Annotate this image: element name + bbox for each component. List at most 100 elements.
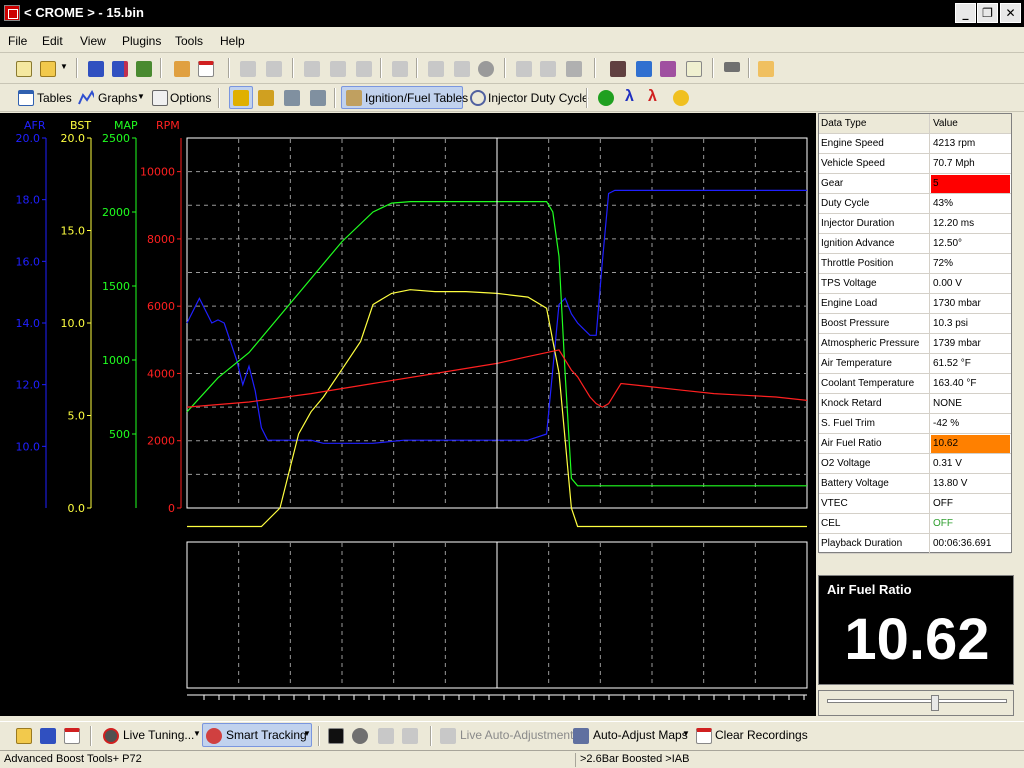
notes-icon[interactable]	[686, 61, 702, 77]
grid-row[interactable]: S. Fuel Trim -42 %	[819, 414, 1011, 434]
menu-plugins[interactable]: Plugins	[122, 34, 161, 48]
grid-row[interactable]: Ignition Advance 12.50°	[819, 234, 1011, 254]
options-icon	[152, 90, 168, 106]
datalog-icon[interactable]	[610, 61, 626, 77]
close-file-icon[interactable]	[198, 61, 214, 77]
menu-edit[interactable]: Edit	[42, 34, 63, 48]
new-icon[interactable]	[16, 61, 32, 77]
grid-row[interactable]: Air Temperature 61.52 °F	[819, 354, 1011, 374]
data-grid[interactable]: Data Type Value Engine Speed 4213 rpm Vehi…	[818, 113, 1012, 554]
status-bar: Advanced Boost Tools+ P72 >2.6Bar Booste…	[0, 750, 1024, 768]
grid-row[interactable]: Air Fuel Ratio 10.62	[819, 434, 1011, 454]
target-icon[interactable]	[478, 61, 494, 77]
grid-row[interactable]: Injector Duration 12.20 ms	[819, 214, 1011, 234]
menu-file[interactable]: File	[8, 34, 27, 48]
live-auto-adjustments-button: Live Auto-Adjustments	[460, 728, 580, 742]
app-icon[interactable]	[4, 5, 20, 21]
grid-row[interactable]: Battery Voltage 13.80 V	[819, 474, 1011, 494]
verify-icon[interactable]	[136, 61, 152, 77]
grid-row[interactable]: Coolant Temperature 163.40 °F	[819, 374, 1011, 394]
menu-view[interactable]: View	[80, 34, 106, 48]
undo-icon	[240, 61, 256, 77]
grid-row-label: Injector Duration	[819, 214, 930, 233]
upload-icon[interactable]	[174, 61, 190, 77]
grid-row-label: Atmospheric Pressure	[819, 334, 930, 353]
help-hand-icon[interactable]	[758, 61, 774, 77]
grid-row[interactable]: Throttle Position 72%	[819, 254, 1011, 274]
grid-row-label: Playback Duration	[819, 534, 930, 553]
open-dropdown-icon[interactable]: ▼	[60, 62, 68, 71]
maximize-button[interactable]: ❐	[977, 3, 998, 23]
grid-row-label: Ignition Advance	[819, 234, 930, 253]
open-folder-icon[interactable]	[40, 61, 56, 77]
save-as-icon[interactable]	[112, 61, 128, 77]
grid-row-label: Coolant Temperature	[819, 374, 930, 393]
monitor-icon[interactable]	[328, 728, 344, 744]
compare-icon[interactable]	[660, 61, 676, 77]
table-a-icon[interactable]	[284, 90, 300, 106]
grid-row[interactable]: Atmospheric Pressure 1739 mbar	[819, 334, 1011, 354]
lambda-icon[interactable]: λ	[625, 88, 634, 106]
map-tick-label: 1000	[102, 354, 130, 367]
table-b-icon[interactable]	[310, 90, 326, 106]
grid-row[interactable]: VTEC OFF	[819, 494, 1011, 514]
sun-icon[interactable]	[673, 90, 689, 106]
fill-icon	[566, 61, 582, 77]
grid-row[interactable]: Engine Speed 4213 rpm	[819, 134, 1011, 154]
live-tuning-dropdown-icon[interactable]: ▼	[193, 729, 201, 738]
auto-adjust-maps-button[interactable]: Auto-Adjust Maps	[593, 728, 688, 742]
chart-area: AFR BST MAP RPM 20.0 18.0 16.0 14.0 12.0 10.0…	[0, 113, 816, 716]
grid-row[interactable]: Boost Pressure 10.3 psi	[819, 314, 1011, 334]
grid-row[interactable]: TPS Voltage 0.00 V	[819, 274, 1011, 294]
ignition-map-icon[interactable]	[258, 90, 274, 106]
grid-row-label: Battery Voltage	[819, 474, 930, 493]
auto-adjust-dropdown-icon[interactable]: ▼	[682, 729, 690, 738]
smooth-icon	[516, 61, 532, 77]
afr-readout: Air Fuel Ratio 10.62	[818, 575, 1014, 685]
grid-row-value: OFF	[933, 498, 953, 509]
save-log-icon[interactable]	[40, 728, 56, 744]
playback-slider[interactable]	[818, 690, 1014, 716]
injector-duty-cycle-button[interactable]: Injector Duty Cycle	[488, 91, 589, 105]
slider-thumb[interactable]	[931, 695, 939, 711]
clear-recordings-button[interactable]: Clear Recordings	[715, 728, 808, 742]
grid-header-datatype[interactable]: Data Type	[819, 114, 930, 133]
slider-track[interactable]	[827, 699, 1007, 703]
grid-row[interactable]: Duty Cycle 43%	[819, 194, 1011, 214]
open-log-icon[interactable]	[16, 728, 32, 744]
tables-button[interactable]: Tables	[37, 91, 72, 105]
map-tick-label: 500	[109, 428, 130, 441]
save-icon[interactable]	[88, 61, 104, 77]
chip-icon[interactable]	[724, 62, 740, 72]
close-button[interactable]: ✕	[1000, 3, 1021, 23]
live-tuning-button[interactable]: Live Tuning...	[123, 728, 194, 742]
datalog-graph[interactable]: AFR BST MAP RPM 20.0 18.0 16.0 14.0 12.0 10.0…	[0, 113, 816, 716]
options-button[interactable]: Options	[170, 91, 211, 105]
grid-row[interactable]: Engine Load 1730 mbar	[819, 294, 1011, 314]
grid-header-value[interactable]: Value	[931, 115, 1010, 133]
table-add-icon[interactable]	[636, 61, 652, 77]
lambda-off-icon[interactable]: λ	[648, 88, 657, 106]
menu-bar: File Edit View Plugins Tools Help	[0, 28, 1024, 53]
grid-row-label: O2 Voltage	[819, 454, 930, 473]
close-log-icon[interactable]	[64, 728, 80, 744]
grid-row-label: Duty Cycle	[819, 194, 930, 213]
green-gear-icon[interactable]	[598, 90, 614, 106]
smart-tracking-dropdown-icon[interactable]: ▼	[303, 729, 311, 738]
gauge-icon[interactable]	[352, 728, 368, 744]
bst-tick-label: 10.0	[61, 317, 86, 330]
minimize-button[interactable]: _	[955, 3, 976, 23]
grid-row[interactable]: Knock Retard NONE	[819, 394, 1011, 414]
grid-row[interactable]: Gear 5	[819, 174, 1011, 194]
grid-row[interactable]: Vehicle Speed 70.7 Mph	[819, 154, 1011, 174]
grid-row[interactable]: CEL OFF	[819, 514, 1011, 534]
afr-tick-label: 10.0	[16, 440, 41, 453]
menu-help[interactable]: Help	[220, 34, 245, 48]
grid-row[interactable]: O2 Voltage 0.31 V	[819, 454, 1011, 474]
grid-row-value: 12.20 ms	[933, 218, 975, 229]
menu-tools[interactable]: Tools	[175, 34, 203, 48]
auto-adjust-icon	[573, 728, 589, 744]
grid-row[interactable]: Playback Duration 00:06:36.691	[819, 534, 1011, 554]
graphs-dropdown-icon[interactable]: ▼	[137, 92, 145, 101]
graphs-button[interactable]: Graphs	[98, 91, 137, 105]
